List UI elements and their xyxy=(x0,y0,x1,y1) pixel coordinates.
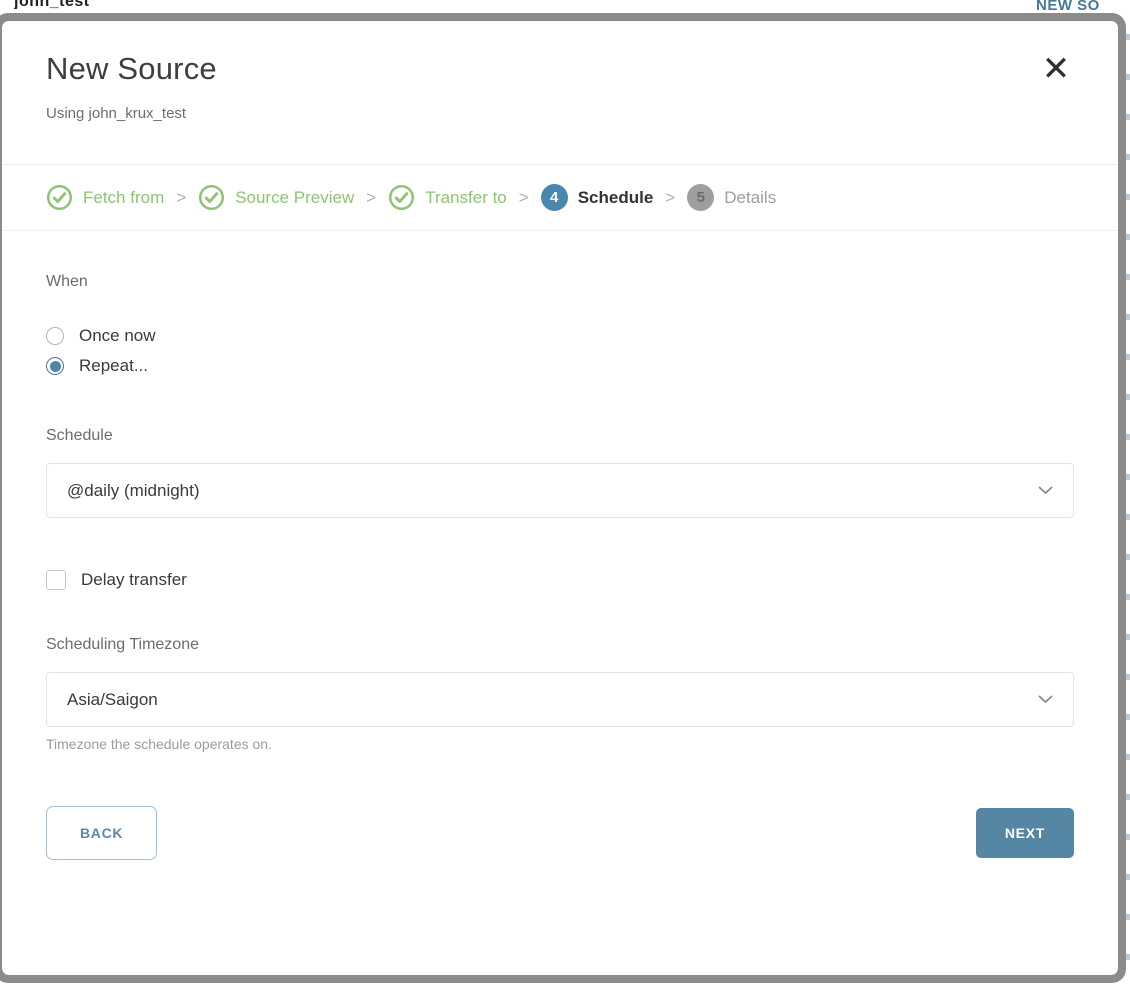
close-icon: ✕ xyxy=(1042,52,1071,86)
checkbox-label: Delay transfer xyxy=(81,570,187,590)
timezone-help-text: Timezone the schedule operates on. xyxy=(46,736,1074,752)
step-label: Schedule xyxy=(578,188,654,208)
checkbox-icon xyxy=(46,570,66,590)
step-label: Details xyxy=(724,188,776,208)
step-label: Fetch from xyxy=(83,188,164,208)
radio-icon xyxy=(46,327,64,345)
when-radio-group: Once now Repeat... xyxy=(46,321,1074,381)
step-fetch-from[interactable]: Fetch from xyxy=(46,184,164,211)
wizard-stepper: Fetch from > Source Preview > xyxy=(2,165,1118,230)
schedule-select-value: @daily (midnight) xyxy=(67,481,1038,501)
step-source-preview[interactable]: Source Preview xyxy=(198,184,354,211)
modal-backdrop: New Source ✕ Using john_krux_test Fetch … xyxy=(0,13,1126,983)
delay-transfer-checkbox[interactable]: Delay transfer xyxy=(46,570,1074,590)
new-source-modal: New Source ✕ Using john_krux_test Fetch … xyxy=(2,21,1118,975)
screenshot-canvas: john_test NEW SO New Source ✕ Using john… xyxy=(0,0,1130,986)
page-title: New Source xyxy=(46,51,1074,87)
step-label: Source Preview xyxy=(235,188,354,208)
background-text-fragment: NEW SO xyxy=(1036,0,1100,12)
radio-label: Repeat... xyxy=(79,356,148,376)
next-button[interactable]: NEXT xyxy=(976,808,1074,858)
timezone-label: Scheduling Timezone xyxy=(46,636,1074,654)
schedule-form: When Once now Repeat... Schedule @daily … xyxy=(2,231,1118,860)
step-number-badge: 4 xyxy=(541,184,568,211)
radio-icon xyxy=(46,357,64,375)
when-label: When xyxy=(46,273,1074,291)
step-label: Transfer to xyxy=(425,188,507,208)
schedule-select[interactable]: @daily (midnight) xyxy=(46,463,1074,518)
schedule-label: Schedule xyxy=(46,427,1074,445)
timezone-select[interactable]: Asia/Saigon xyxy=(46,672,1074,727)
modal-footer: BACK NEXT xyxy=(46,806,1074,860)
back-button[interactable]: BACK xyxy=(46,806,157,860)
chevron-separator: > xyxy=(366,188,376,208)
background-text-fragment: john_test xyxy=(14,0,90,9)
modal-header: New Source ✕ Using john_krux_test xyxy=(2,21,1118,164)
chevron-down-icon xyxy=(1038,695,1053,704)
radio-label: Once now xyxy=(79,326,156,346)
step-transfer-to[interactable]: Transfer to xyxy=(388,184,507,211)
chevron-separator: > xyxy=(665,188,675,208)
radio-repeat[interactable]: Repeat... xyxy=(46,351,1074,381)
radio-once-now[interactable]: Once now xyxy=(46,321,1074,351)
check-circle-icon xyxy=(46,184,73,211)
chevron-down-icon xyxy=(1038,486,1053,495)
step-number-badge: 5 xyxy=(687,184,714,211)
step-details[interactable]: 5 Details xyxy=(687,184,776,211)
check-circle-icon xyxy=(388,184,415,211)
close-button[interactable]: ✕ xyxy=(1034,47,1078,91)
modal-subtitle: Using john_krux_test xyxy=(46,105,1074,122)
step-schedule[interactable]: 4 Schedule xyxy=(541,184,654,211)
chevron-separator: > xyxy=(519,188,529,208)
timezone-select-value: Asia/Saigon xyxy=(67,690,1038,710)
check-circle-icon xyxy=(198,184,225,211)
chevron-separator: > xyxy=(176,188,186,208)
